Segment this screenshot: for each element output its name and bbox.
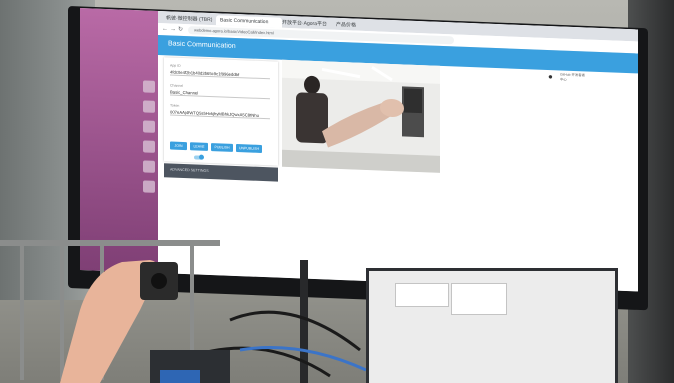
token-label: Token: [170, 103, 180, 108]
publish-button[interactable]: PUBLISH: [211, 143, 233, 152]
person-body: [296, 92, 328, 144]
dock-icon: [143, 180, 155, 193]
unpublish-button[interactable]: UNPUBLISH: [236, 143, 262, 153]
advanced-settings-bar[interactable]: ADVANCED SETTINGS: [164, 163, 278, 182]
join-button[interactable]: JOIN: [170, 141, 187, 151]
dock-icon: [143, 160, 155, 173]
github-icon: ●: [548, 71, 553, 82]
laptop-window: [451, 283, 507, 315]
appid-label: App ID: [170, 63, 181, 68]
token-field[interactable]: 007eAAj4fWTQ5s5HvkjhyMBhkJQwxA5C8tNhu: [170, 109, 270, 120]
camera-lens: [151, 273, 167, 289]
forward-icon[interactable]: →: [170, 25, 176, 33]
github-text: GitHub 开发者者中心: [560, 72, 586, 82]
back-icon[interactable]: ←: [162, 25, 168, 33]
channel-field[interactable]: Basic_Channel: [170, 89, 270, 100]
github-link[interactable]: ● GitHub 开发者者中心: [548, 70, 588, 96]
appid-field[interactable]: 4fdc0e4f2b1b40d3b65c9c1f996eddbf: [170, 69, 270, 80]
tv-screen: [404, 88, 422, 114]
dock-icon: [143, 120, 155, 133]
cable: [229, 310, 361, 352]
railing-bar: [0, 240, 220, 246]
photo-scene: 帆彼·微控制器 (TBR) Basic Communication 开放平台·A…: [0, 0, 674, 383]
railing-post: [60, 240, 64, 380]
page-title: Basic Communication: [168, 40, 236, 50]
video-preview: [282, 59, 440, 173]
advanced-settings-label: ADVANCED SETTINGS: [170, 167, 209, 173]
reload-icon[interactable]: ↻: [178, 26, 183, 34]
channel-label: Channel: [170, 83, 184, 88]
mode-toggle[interactable]: [194, 155, 203, 160]
laptop-screen: [366, 268, 618, 383]
dock-icon: [143, 80, 155, 93]
blue-board: [160, 370, 200, 383]
dock-icon: [143, 100, 155, 113]
laptop-window: [395, 283, 449, 307]
settings-card: App ID 4fdc0e4f2b1b40d3b65c9c1f996eddbf …: [164, 57, 278, 166]
railing-post: [20, 240, 24, 380]
dock-icon: [143, 140, 155, 153]
leave-button[interactable]: LEAVE: [190, 142, 208, 151]
